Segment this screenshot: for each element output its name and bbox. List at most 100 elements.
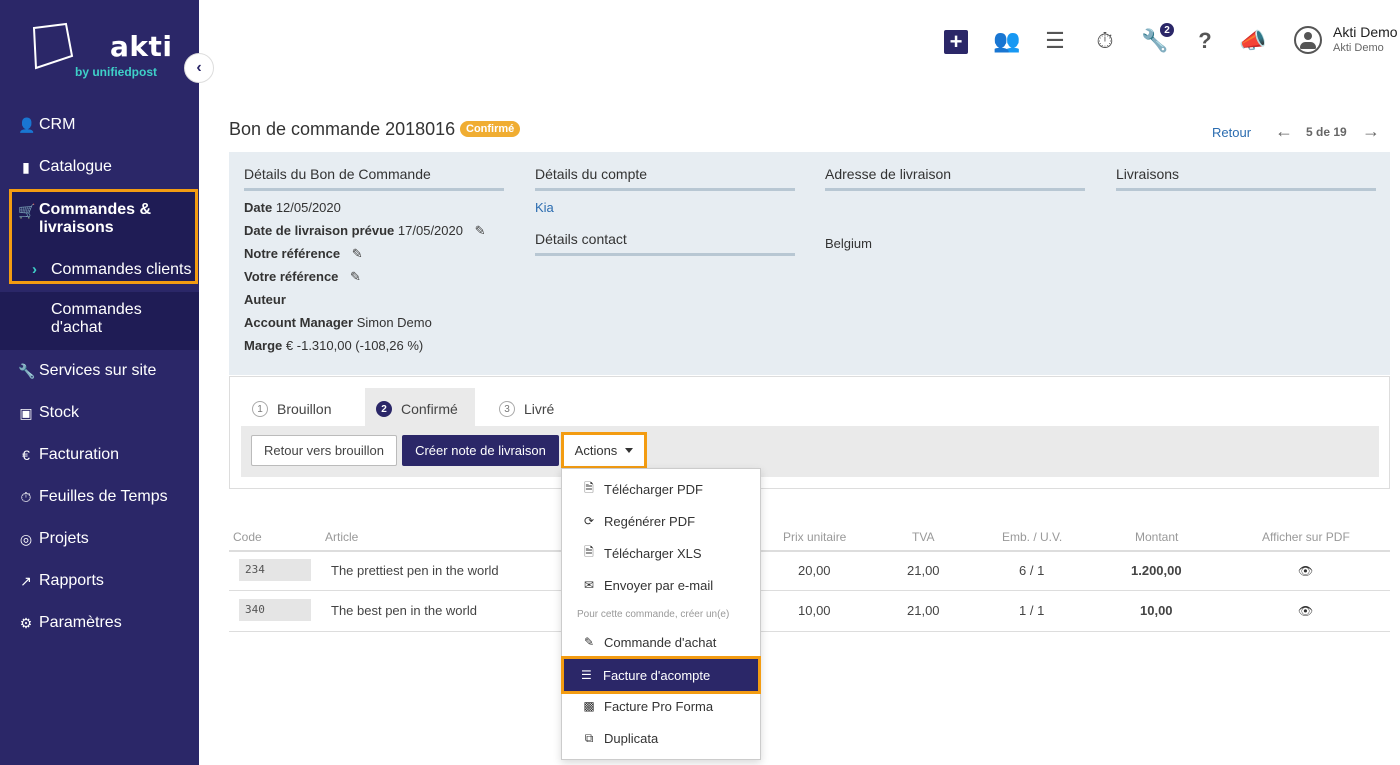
sidebar-subitem-customer-orders[interactable]: Commandes clients xyxy=(51,261,192,279)
avatar[interactable] xyxy=(1294,26,1322,54)
account-manager-field: Account Manager Simon Demo xyxy=(244,315,432,330)
pencil-icon[interactable]: ✎ xyxy=(350,269,361,285)
sidebar-collapse-button[interactable]: ‹ xyxy=(184,53,214,83)
megaphone-icon[interactable]: 📣 xyxy=(1239,28,1266,54)
status-panel: 1 Brouillon 2 Confirmé 3 Livré Retour ve… xyxy=(229,376,1390,489)
refresh-icon: ⟳ xyxy=(583,514,595,528)
sidebar-item-timesheets[interactable]: ⏱ Feuilles de Temps xyxy=(0,486,199,508)
contacts-icon[interactable]: 👥 xyxy=(993,28,1020,54)
back-link[interactable]: Retour xyxy=(1212,125,1251,140)
menu-item-send-email[interactable]: ✉ Envoyer par e-mail xyxy=(562,569,760,601)
target-icon: ◎ xyxy=(19,530,33,547)
cubes-icon: ▣ xyxy=(19,404,33,421)
eye-icon[interactable]: 👁 xyxy=(1298,564,1313,578)
user-name[interactable]: Akti Demo xyxy=(1333,24,1398,40)
contact-column: Détails contact xyxy=(535,231,795,256)
sidebar-item-reports[interactable]: ↗ Rapports xyxy=(0,570,199,592)
sidebar-item-label: Catalogue xyxy=(39,158,112,175)
prev-arrow-icon[interactable]: ← xyxy=(1275,121,1293,142)
actions-dropdown: 🗎 Télécharger PDF ⟳ Regénérer PDF 🗎 Télécha… xyxy=(561,468,761,760)
column-header-code: Code xyxy=(233,530,262,544)
pencil-icon[interactable]: ✎ xyxy=(352,246,363,262)
row-pack: 6 / 1 xyxy=(1019,563,1045,578)
brand-name: akti xyxy=(110,30,173,63)
sidebar-item-stock[interactable]: ▣ Stock xyxy=(0,402,199,424)
pencil-icon[interactable]: ✎ xyxy=(475,223,486,239)
column-header-amount: Montant xyxy=(1135,530,1179,544)
tasks-icon[interactable]: ☰ xyxy=(1042,28,1068,54)
row-amount: 10,00 xyxy=(1140,603,1173,618)
account-link[interactable]: Kia xyxy=(535,200,554,215)
invoice-icon: ▩ xyxy=(583,699,595,713)
button-row: Retour vers brouillon Créer note de livr… xyxy=(241,426,1379,477)
menu-item-deposit-invoice[interactable]: ☰ Facture d'acompte xyxy=(561,656,761,694)
sidebar-item-label: Paramètres xyxy=(39,614,122,631)
address-header: Adresse de livraison xyxy=(825,166,1085,191)
add-button[interactable]: + xyxy=(944,29,968,54)
menu-item-pro-forma[interactable]: ▩ Facture Pro Forma xyxy=(562,690,760,722)
user-icon: 👤 xyxy=(18,116,36,133)
pager: 5 de 19 xyxy=(1306,125,1347,139)
notification-badge: 2 xyxy=(1160,23,1174,37)
coins-icon: ☰ xyxy=(581,668,592,682)
actions-button[interactable]: Actions xyxy=(561,432,647,469)
create-delivery-note-button[interactable]: Créer note de livraison xyxy=(402,435,559,466)
date-field: Date 12/05/2020 xyxy=(244,200,341,215)
menu-item-regenerate-pdf[interactable]: ⟳ Regénérer PDF xyxy=(562,505,760,537)
next-arrow-icon[interactable]: → xyxy=(1362,121,1380,142)
column-header-show-pdf: Afficher sur PDF xyxy=(1262,530,1350,544)
row-article[interactable]: The best pen in the world xyxy=(331,603,477,618)
sidebar: akti by unifiedpost 👤 CRM ▮ Catalogue 🛒 … xyxy=(0,0,199,765)
account-details-column: Détails du compte xyxy=(535,166,795,191)
menu-item-download-xls[interactable]: 🗎 Télécharger XLS xyxy=(562,537,760,569)
deliveries-header: Livraisons xyxy=(1116,166,1376,191)
logo-mark-icon xyxy=(32,22,74,70)
row-vat: 21,00 xyxy=(907,603,940,618)
eye-icon[interactable]: 👁 xyxy=(1298,604,1313,618)
sidebar-item-orders[interactable]: 🛒 Commandes & livraisons › Commandes cli… xyxy=(9,189,198,284)
logo[interactable]: akti by unifiedpost xyxy=(0,0,199,103)
sidebar-item-settings[interactable]: ⚙ Paramètres xyxy=(0,612,199,634)
user-company: Akti Demo xyxy=(1333,42,1384,54)
row-article[interactable]: The prettiest pen in the world xyxy=(331,563,499,578)
sidebar-item-projects[interactable]: ◎ Projets xyxy=(0,528,199,550)
page-title: Bon de commande 2018016 xyxy=(229,119,456,139)
row-code: 234 xyxy=(239,559,311,581)
chevron-left-icon: ‹ xyxy=(196,59,202,76)
sidebar-subitem-purchase-orders[interactable]: Commandes d'achat xyxy=(0,292,199,350)
details-panel: Détails du Bon de Commande Détails du co… xyxy=(229,152,1390,375)
timer-icon[interactable]: ⏱ xyxy=(1092,28,1118,54)
order-details-column: Détails du Bon de Commande xyxy=(244,166,504,191)
xls-file-icon: 🗎 xyxy=(584,544,594,559)
stopwatch-icon: ⏱ xyxy=(20,488,32,505)
menu-item-download-pdf[interactable]: 🗎 Télécharger PDF xyxy=(562,473,760,505)
back-to-draft-button[interactable]: Retour vers brouillon xyxy=(251,435,397,466)
row-pack: 1 / 1 xyxy=(1019,603,1045,618)
sidebar-item-label: Stock xyxy=(39,404,80,421)
book-icon: ▮ xyxy=(22,158,30,175)
sidebar-item-services[interactable]: 🔧 Services sur site xyxy=(0,360,199,382)
menu-item-duplicate[interactable]: ⧉ Duplicata xyxy=(562,722,760,754)
your-reference-field: Votre référence ✎ xyxy=(244,269,361,285)
country: Belgium xyxy=(825,236,872,251)
status-badge: Confirmé xyxy=(460,121,521,137)
row-divider xyxy=(229,590,1390,591)
sidebar-item-label: Projets xyxy=(39,530,89,547)
tab-draft[interactable]: 1 Brouillon xyxy=(241,388,361,430)
sidebar-item-catalogue[interactable]: ▮ Catalogue xyxy=(0,156,199,178)
tab-delivered[interactable]: 3 Livré xyxy=(488,388,588,430)
column-header-vat: TVA xyxy=(912,530,935,544)
menu-item-purchase-order[interactable]: ✎ Commande d'achat xyxy=(562,626,760,658)
row-divider xyxy=(229,631,1390,632)
column-header-article: Article xyxy=(325,530,359,544)
sidebar-item-label: Facturation xyxy=(39,446,120,463)
delivery-date-field: Date de livraison prévue 17/05/2020 ✎ xyxy=(244,223,486,239)
our-reference-field: Notre référence ✎ xyxy=(244,246,363,262)
column-header-unit-price: Prix unitaire xyxy=(783,530,847,544)
sidebar-item-invoicing[interactable]: € Facturation xyxy=(0,444,199,466)
gear-icon: ⚙ xyxy=(19,614,33,631)
tab-confirmed[interactable]: 2 Confirmé xyxy=(365,388,475,430)
help-icon[interactable]: ? xyxy=(1192,28,1218,54)
sidebar-item-crm[interactable]: 👤 CRM xyxy=(0,114,199,136)
order-details-header: Détails du Bon de Commande xyxy=(244,166,504,191)
